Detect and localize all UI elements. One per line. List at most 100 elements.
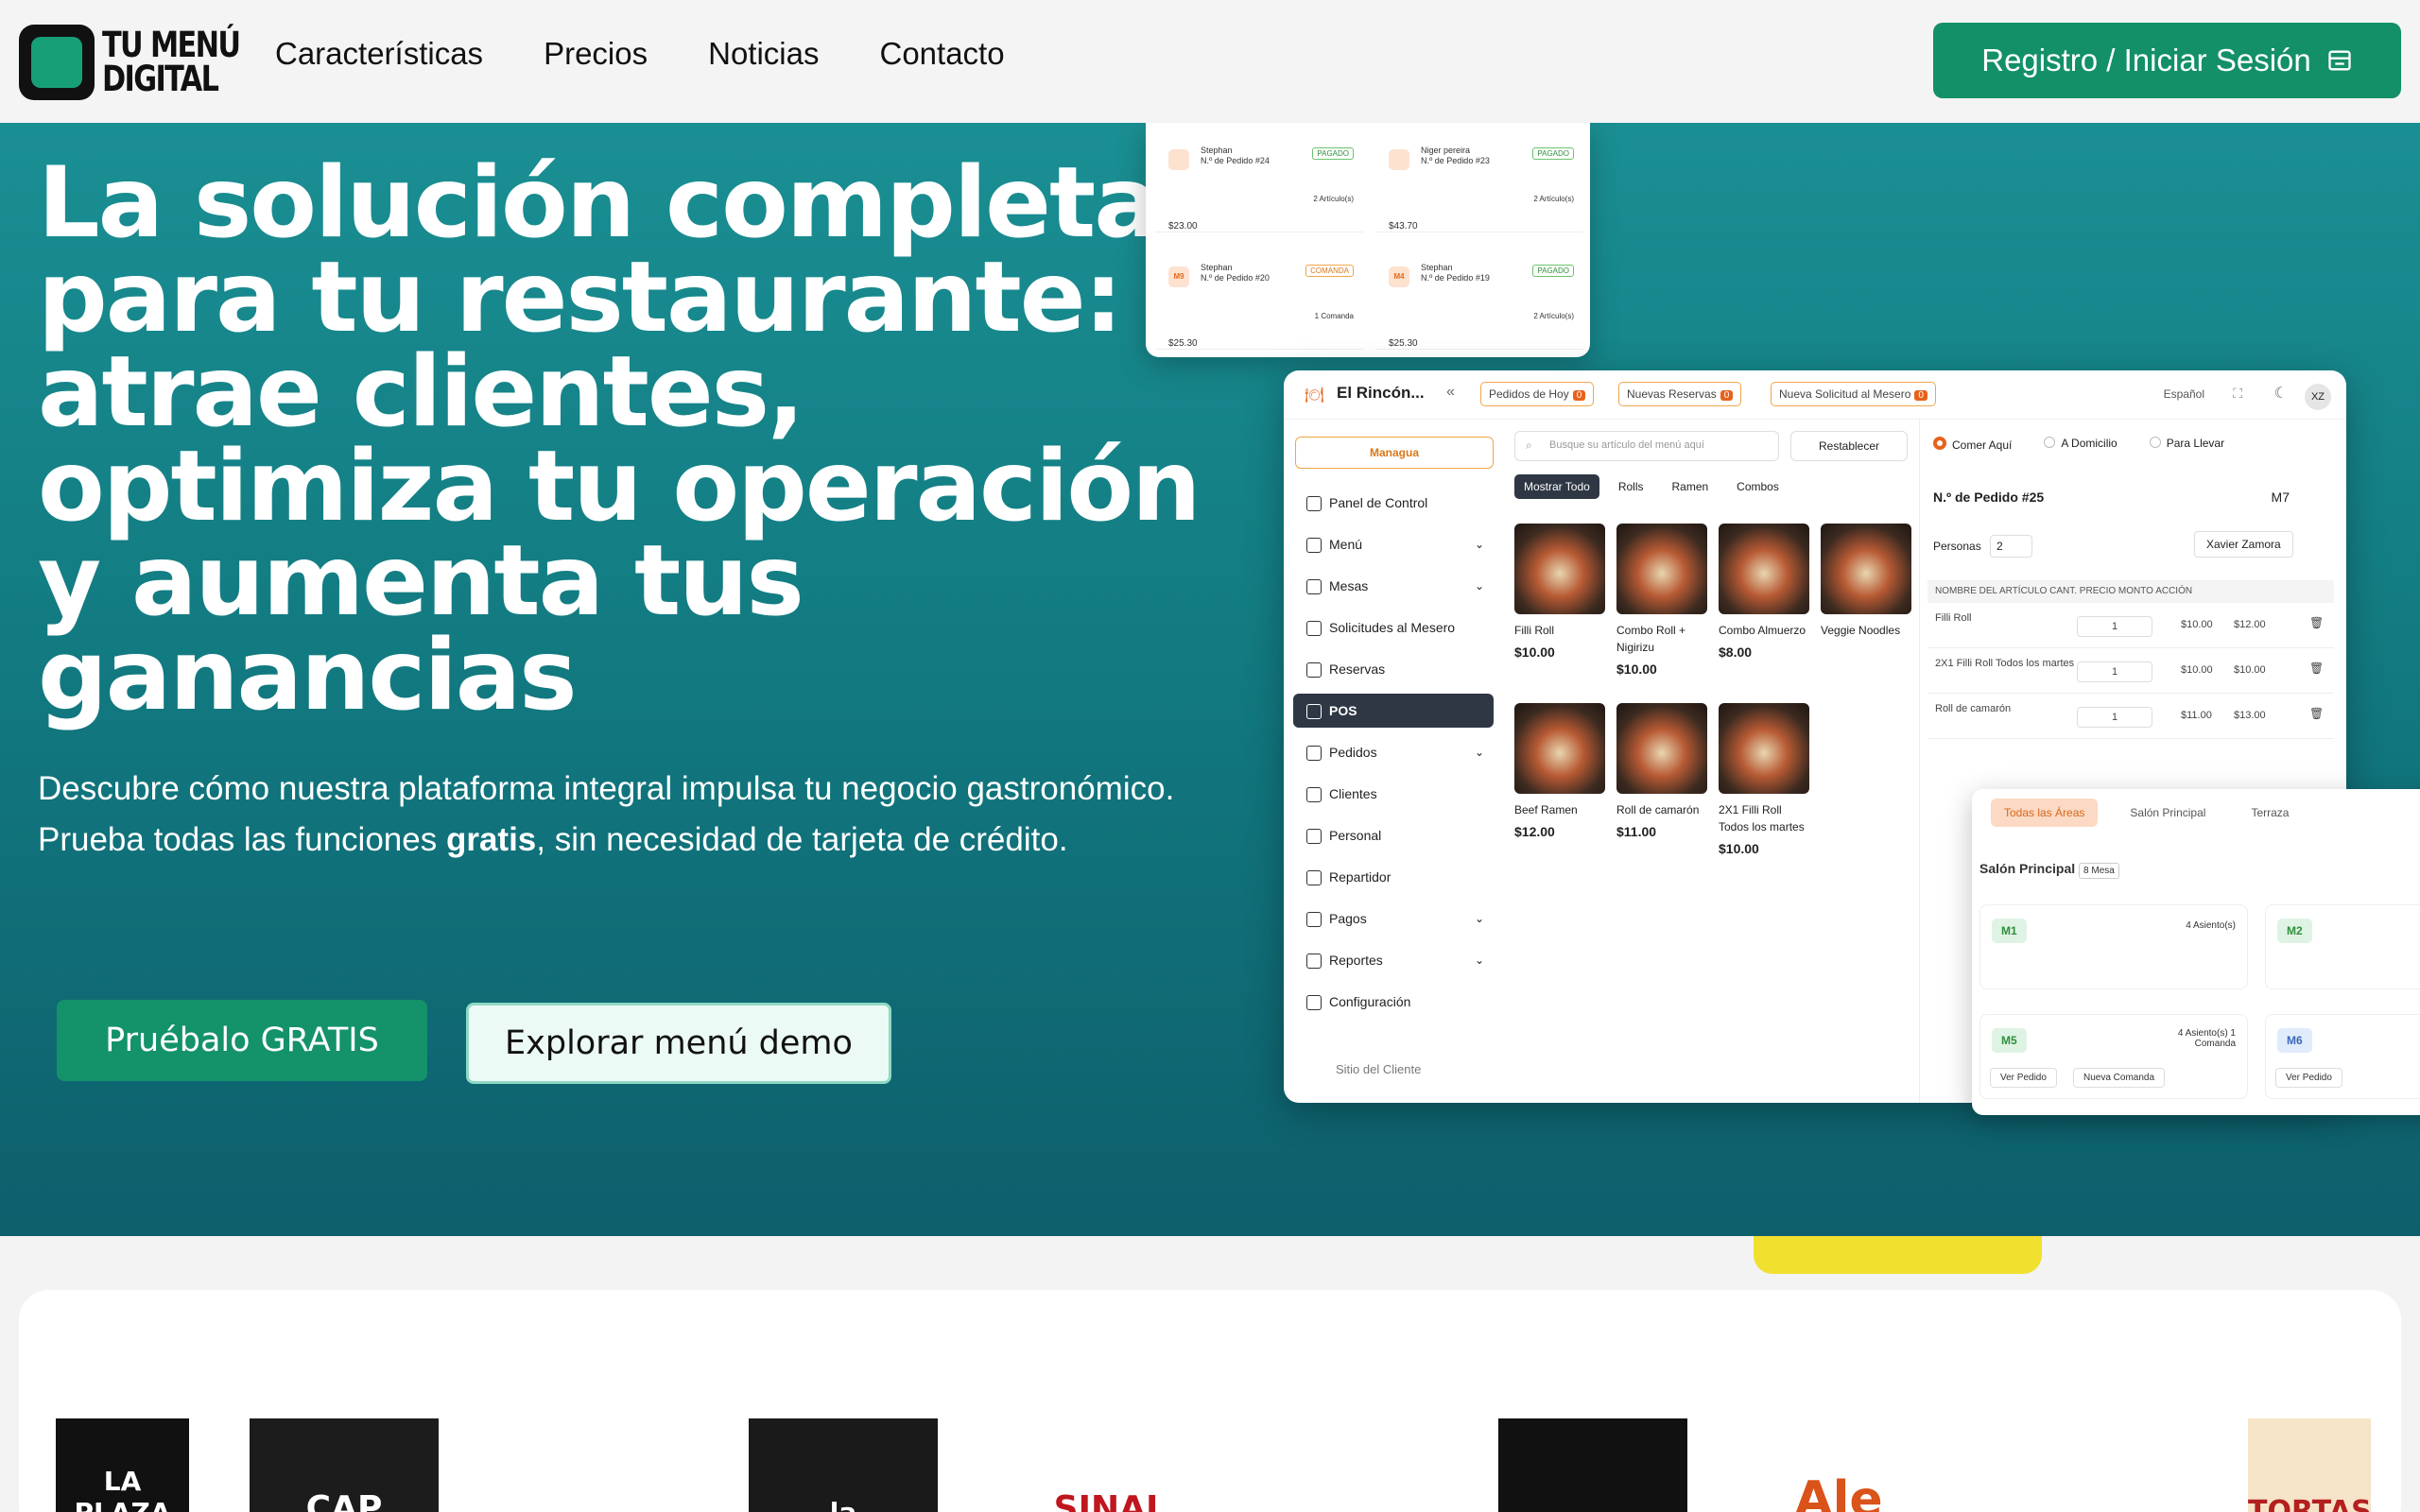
trash-icon[interactable]: 🗑: [2309, 616, 2324, 629]
hero-subtitle: Descubre cómo nuestra plataforma integra…: [38, 770, 1175, 858]
register-login-button[interactable]: Registro / Iniciar Sesión: [1933, 23, 2401, 98]
view-order-button[interactable]: Ver Pedido: [1990, 1068, 2057, 1088]
sidebar-item-reservations[interactable]: Reservas: [1293, 652, 1494, 686]
logo-icon: [19, 25, 95, 100]
product-card[interactable]: Veggie Noodles: [1821, 524, 1911, 644]
orders-preview-card: Stephan N.º de Pedido #24 PAGADO 2 Artícu…: [1146, 123, 1590, 357]
client-logo: [510, 1418, 700, 1512]
trash-icon[interactable]: 🗑: [2309, 662, 2324, 675]
avatar[interactable]: XZ: [2305, 384, 2331, 410]
product-card[interactable]: 2X1 Filli Roll Todos los martes $10.00: [1719, 703, 1809, 856]
collapse-icon[interactable]: «: [1446, 384, 1455, 401]
restaurant-name: El Rincón...: [1337, 384, 1425, 402]
product-image: [1616, 703, 1707, 794]
client-logo: LA PLAZA: [56, 1418, 189, 1512]
table-card[interactable]: M5 4 Asiento(s) 1 Comanda Ver Pedido Nuev…: [1979, 1014, 2248, 1099]
product-image: [1514, 703, 1605, 794]
order-total: $25.30: [1168, 338, 1198, 349]
sidebar-item-menu[interactable]: Menú ⌄: [1293, 527, 1494, 561]
order-type-selector: Comer Aquí A Domicilio Para Llevar: [1933, 437, 2224, 452]
sidebar-item-tables[interactable]: Mesas ⌄: [1293, 569, 1494, 603]
order-icon: M4: [1389, 266, 1409, 287]
nav-links: Características Precios Noticias Contact…: [275, 36, 1005, 72]
area-title: Salón Principal 8 Mesa: [1979, 861, 2119, 879]
sidebar-item-waiter-requests[interactable]: Solicitudes al Mesero: [1293, 610, 1494, 644]
sidebar-item-customers[interactable]: Clientes: [1293, 777, 1494, 811]
sidebar-item-staff[interactable]: Personal: [1293, 818, 1494, 852]
table-card[interactable]: M2: [2265, 904, 2420, 989]
client-logo: Ale: [1794, 1471, 1883, 1512]
product-card[interactable]: Roll de camarón $11.00: [1616, 703, 1707, 839]
tab-show-all[interactable]: Mostrar Todo: [1514, 474, 1599, 499]
chevron-down-icon: ⌄: [1474, 954, 1484, 967]
fullscreen-icon[interactable]: ⛶: [2233, 386, 2242, 402]
view-order-button[interactable]: Ver Pedido: [2275, 1068, 2342, 1088]
nav-link-contacto[interactable]: Contacto: [879, 36, 1004, 72]
product-image: [1616, 524, 1707, 614]
status-badge: PAGADO: [1532, 265, 1574, 277]
sidebar-item-orders[interactable]: Pedidos ⌄: [1293, 735, 1494, 769]
order-card: M9 Stephan N.º de Pedido #20 COMANDA 1 Co…: [1155, 246, 1363, 350]
client-logo: CAP: [250, 1418, 439, 1512]
nav-link-precios[interactable]: Precios: [544, 36, 648, 72]
chevron-down-icon: ⌄: [1474, 912, 1484, 925]
trash-icon[interactable]: 🗑: [2309, 707, 2324, 720]
order-icon: M9: [1168, 266, 1189, 287]
radio-delivery[interactable]: A Domicilio: [2044, 437, 2117, 452]
new-ticket-button[interactable]: Nueva Comanda: [2073, 1068, 2166, 1088]
search-input[interactable]: Busque su artículo del menú aquí: [1514, 431, 1779, 461]
persons-field[interactable]: Personas 2: [1933, 535, 2032, 558]
nav-link-caracteristicas[interactable]: Características: [275, 36, 483, 72]
product-card[interactable]: Combo Almuerzo $8.00: [1719, 524, 1809, 660]
product-card[interactable]: Beef Ramen $12.00: [1514, 703, 1605, 839]
sidebar-item-panel[interactable]: Panel de Control: [1293, 486, 1494, 520]
nav-link-noticias[interactable]: Noticias: [708, 36, 819, 72]
tab-combos[interactable]: Combos: [1727, 474, 1789, 499]
radio-takeaway[interactable]: Para Llevar: [2150, 437, 2224, 452]
reset-button[interactable]: Restablecer: [1790, 431, 1908, 461]
chevron-down-icon: ⌄: [1474, 538, 1484, 551]
hero-subtitle-bold: gratis: [445, 821, 537, 858]
hero-title: La solución completa para tu restaurante…: [38, 146, 1201, 732]
order-icon: [1389, 149, 1409, 170]
tab-terrace[interactable]: Terraza: [2238, 799, 2302, 827]
quantity-stepper[interactable]: 1: [2077, 707, 2152, 728]
location-selector[interactable]: Managua: [1295, 437, 1494, 469]
sidebar-item-payments[interactable]: Pagos ⌄: [1293, 902, 1494, 936]
order-card: Niger pereira N.º de Pedido #23 PAGADO 2 …: [1375, 129, 1583, 232]
brand-logo[interactable]: TU MENÚ DIGITAL: [19, 25, 269, 100]
tab-rolls[interactable]: Rolls: [1609, 474, 1653, 499]
table-card[interactable]: M6 Ver Pedido: [2265, 1014, 2420, 1099]
radio-dine-in[interactable]: Comer Aquí: [1933, 437, 2012, 452]
pill-waiter-requests[interactable]: Nueva Solicitud al Mesero 0: [1771, 382, 1936, 406]
tab-all-areas[interactable]: Todas las Áreas: [1991, 799, 2099, 827]
order-card: M4 Stephan N.º de Pedido #19 PAGADO 2 Art…: [1375, 246, 1583, 350]
customer-site-link[interactable]: Sitio del Cliente: [1336, 1062, 1421, 1076]
order-total: $23.00: [1168, 221, 1198, 232]
product-image: [1719, 703, 1809, 794]
sidebar-item-settings[interactable]: Configuración: [1293, 985, 1494, 1019]
dark-mode-icon[interactable]: ☾: [2274, 384, 2288, 403]
language-selector[interactable]: Español: [2164, 387, 2204, 401]
pill-today-orders[interactable]: Pedidos de Hoy 0: [1480, 382, 1595, 406]
quantity-stepper[interactable]: 1: [2077, 616, 2152, 637]
product-image: [1719, 524, 1809, 614]
try-free-button[interactable]: Pruébalo GRATIS: [57, 1000, 427, 1081]
sidebar-item-pos[interactable]: POS: [1293, 694, 1494, 728]
logo-line-2: DIGITAL: [102, 59, 219, 99]
sidebar-item-reports[interactable]: Reportes ⌄: [1293, 943, 1494, 977]
app-sidebar: Managua Panel de Control Menú ⌄ Mesas ⌄ So…: [1284, 420, 1503, 1103]
area-tabs: Todas las Áreas Salón Principal Terraza: [1991, 799, 2302, 827]
sidebar-item-delivery[interactable]: Repartidor: [1293, 860, 1494, 894]
product-card[interactable]: Combo Roll + Nigirizu $10.00: [1616, 524, 1707, 677]
quantity-stepper[interactable]: 1: [2077, 662, 2152, 682]
tab-ramen[interactable]: Ramen: [1662, 474, 1718, 499]
tab-main-hall[interactable]: Salón Principal: [2117, 799, 2219, 827]
login-icon: [2328, 50, 2351, 71]
waiter-select[interactable]: Xavier Zamora: [2194, 531, 2293, 558]
explore-demo-button[interactable]: Explorar menú demo: [466, 1003, 891, 1084]
table-card[interactable]: M1 4 Asiento(s): [1979, 904, 2248, 989]
client-logo: TORTAS: [2248, 1418, 2372, 1512]
product-card[interactable]: Filli Roll $10.00: [1514, 524, 1605, 660]
pill-new-reservations[interactable]: Nuevas Reservas 0: [1618, 382, 1742, 406]
